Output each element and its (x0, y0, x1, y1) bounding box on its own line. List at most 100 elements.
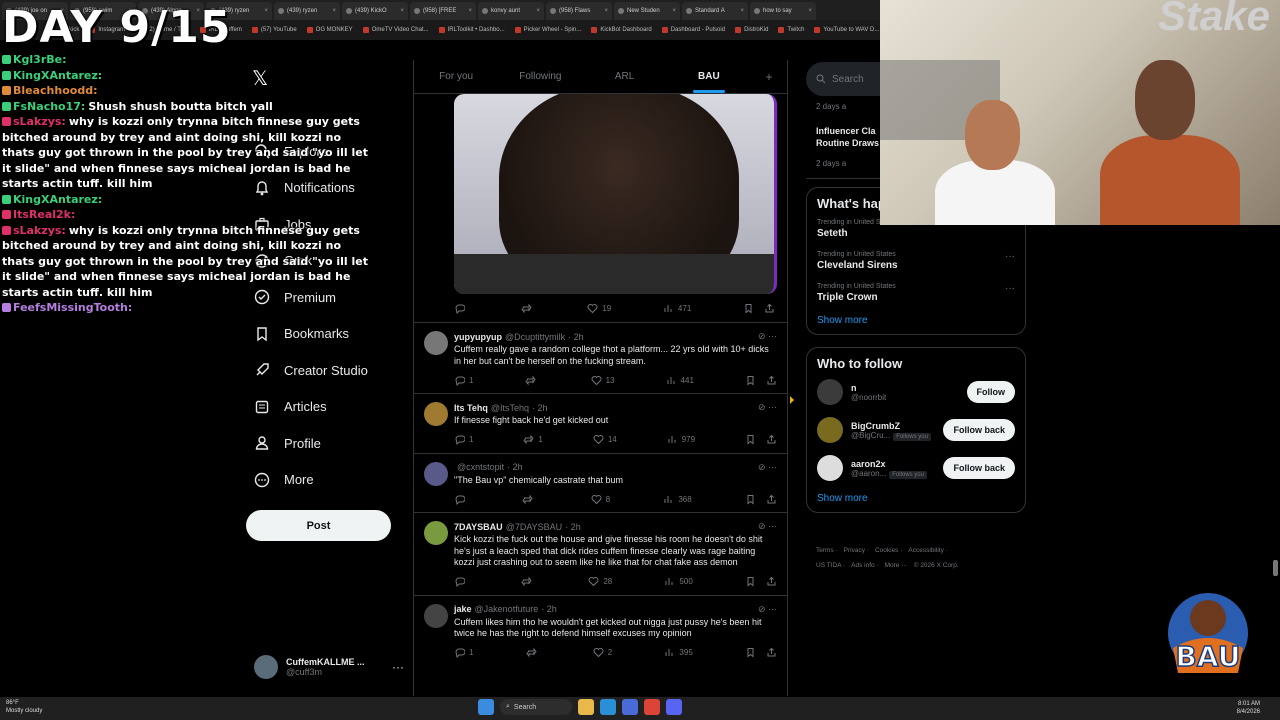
tab-following[interactable]: Following (498, 71, 582, 82)
close-icon[interactable]: × (400, 8, 404, 14)
avatar[interactable] (424, 461, 448, 486)
footer-link[interactable]: © 2026 X Corp. (914, 562, 959, 569)
more-options-icon[interactable]: ··· (768, 331, 777, 341)
avatar[interactable] (424, 521, 448, 545)
share-button[interactable] (766, 494, 777, 505)
share-button[interactable] (764, 303, 775, 314)
avatar[interactable] (817, 417, 843, 443)
like-button[interactable]: 13 (591, 375, 614, 386)
follow-back-button[interactable]: Follow back (943, 457, 1015, 479)
discord-icon[interactable] (666, 699, 682, 715)
trend-item[interactable]: Trending in United States Cleveland Siren… (817, 251, 1015, 271)
views-button[interactable]: 471 (663, 303, 691, 314)
show-more-link[interactable]: Show more (817, 315, 1015, 326)
bookmark-item[interactable]: KickBot Dashboard (591, 27, 652, 33)
close-icon[interactable]: × (536, 8, 540, 14)
more-options-icon[interactable]: ··· (768, 462, 777, 472)
nav-item-articles[interactable]: Articles (246, 389, 396, 426)
tweet-author-handle[interactable]: @ItsTehq (491, 403, 529, 413)
reply-button[interactable]: 1 (454, 434, 473, 445)
reply-button[interactable] (454, 303, 469, 314)
follow-back-button[interactable]: Follow back (943, 419, 1015, 441)
footer-link[interactable]: More ··· (885, 562, 908, 569)
grok-icon[interactable]: ⊘ (758, 521, 768, 531)
footer-link[interactable]: Terms · (816, 547, 838, 554)
like-button[interactable]: 28 (588, 576, 612, 587)
nav-item-profile[interactable]: Profile (246, 425, 396, 462)
bookmark-button[interactable] (745, 494, 756, 505)
nav-item-more[interactable]: More (246, 462, 396, 499)
bookmark-item[interactable]: IRLToolkit • Dashbo... (438, 27, 505, 33)
reply-button[interactable] (454, 576, 469, 587)
like-button[interactable]: 8 (591, 494, 610, 505)
post-button[interactable]: Post (246, 510, 391, 541)
browser-tab[interactable]: (439) KickO × (342, 2, 408, 20)
share-button[interactable] (766, 576, 777, 587)
repost-button[interactable] (521, 303, 536, 314)
grok-icon[interactable]: ⊘ (758, 331, 768, 341)
bookmark-item[interactable]: YouTube to WAV D... (814, 27, 879, 33)
bookmark-button[interactable] (745, 434, 756, 445)
footer-link[interactable]: Ads info · (851, 562, 878, 569)
tab-arl[interactable]: ARL (583, 71, 667, 82)
bookmark-item[interactable]: OmeTV Video Chat... (362, 27, 429, 33)
bookmark-button[interactable] (743, 303, 754, 314)
views-button[interactable]: 441 (666, 375, 694, 386)
avatar[interactable] (817, 455, 843, 481)
avatar[interactable] (424, 603, 448, 628)
reply-button[interactable]: 1 (454, 647, 473, 658)
account-switcher[interactable]: CuffemKALLME ... @cuff3m ··· (254, 655, 404, 679)
store-icon[interactable] (622, 699, 638, 715)
tweet-author-handle[interactable]: @cxntstopit (457, 462, 504, 472)
bookmark-item[interactable]: OG MONKEY (306, 27, 353, 33)
trend-item[interactable]: Trending in United States Triple Crown ··· (817, 283, 1015, 303)
repost-button[interactable] (524, 375, 540, 386)
snippet-title[interactable]: Influencer Cla Routine Draws (816, 125, 886, 149)
tweet-author-name[interactable]: yupyupyup (454, 332, 502, 342)
browser-tab[interactable]: (958) Flaws × (546, 2, 612, 20)
more-options-icon[interactable]: ··· (768, 604, 777, 614)
follow-suggestion[interactable]: aaron2x @aaron... Follows you Follow back (817, 455, 1015, 481)
more-options-icon[interactable]: ··· (1005, 283, 1015, 294)
share-button[interactable] (766, 434, 777, 445)
tweet[interactable]: Its Tehq @ItsTehq · 2h ⊘ ··· If finesse figh… (414, 393, 787, 453)
repost-button[interactable] (522, 494, 537, 505)
bookmark-item[interactable]: (57) YouTube (251, 27, 297, 33)
footer-link[interactable]: Cookies · (875, 547, 902, 554)
share-button[interactable] (766, 647, 777, 658)
close-icon[interactable]: × (604, 8, 608, 14)
tweet-author-name[interactable]: Its Tehq (454, 403, 488, 413)
grok-icon[interactable]: ⊘ (758, 402, 768, 412)
reply-button[interactable] (454, 494, 469, 505)
tweet[interactable]: jake @Jakenotfuture · 2h ⊘ ··· Cuffem likes … (414, 594, 787, 666)
more-options-icon[interactable]: ··· (392, 660, 404, 674)
avatar[interactable] (424, 402, 448, 426)
like-button[interactable]: 19 (587, 303, 611, 314)
more-options-icon[interactable]: ··· (768, 521, 777, 531)
windows-start-icon[interactable] (478, 699, 494, 715)
bookmark-item[interactable]: Dashboard - Pulsoid (661, 27, 725, 33)
close-icon[interactable]: × (672, 8, 676, 14)
views-button[interactable]: 395 (664, 647, 693, 658)
repost-button[interactable]: 1 (523, 434, 543, 445)
share-button[interactable] (766, 375, 777, 386)
views-button[interactable]: 368 (663, 494, 692, 505)
browser-tab[interactable]: how to say × (750, 2, 816, 20)
follow-suggestion[interactable]: BigCrumbZ @BigCru... Follows you Follow bac… (817, 417, 1015, 443)
weather-widget[interactable]: 86°F Mostly cloudy (6, 699, 42, 715)
views-button[interactable]: 500 (664, 576, 693, 587)
footer-link[interactable]: Privacy · (844, 547, 869, 554)
browser-tab[interactable]: (958) [FREE × (410, 2, 476, 20)
like-button[interactable]: 14 (593, 434, 617, 445)
file-explorer-icon[interactable] (578, 699, 594, 715)
tweet[interactable]: yupyupyup @Dcuptittymilk · 2h ⊘ ··· Cuffem r… (414, 322, 787, 393)
close-icon[interactable]: × (332, 8, 336, 14)
more-options-icon[interactable]: ··· (768, 402, 777, 412)
chrome-icon[interactable] (644, 699, 660, 715)
footer-link[interactable]: US TIDA · (816, 562, 845, 569)
tweet[interactable]: @cxntstopit · 2h ⊘ ··· "The Bau vp" chemica… (414, 452, 787, 513)
reply-button[interactable]: 1 (454, 375, 473, 386)
close-icon[interactable]: × (468, 8, 472, 14)
bookmark-item[interactable]: Twitch (778, 27, 804, 33)
repost-button[interactable] (525, 647, 541, 658)
